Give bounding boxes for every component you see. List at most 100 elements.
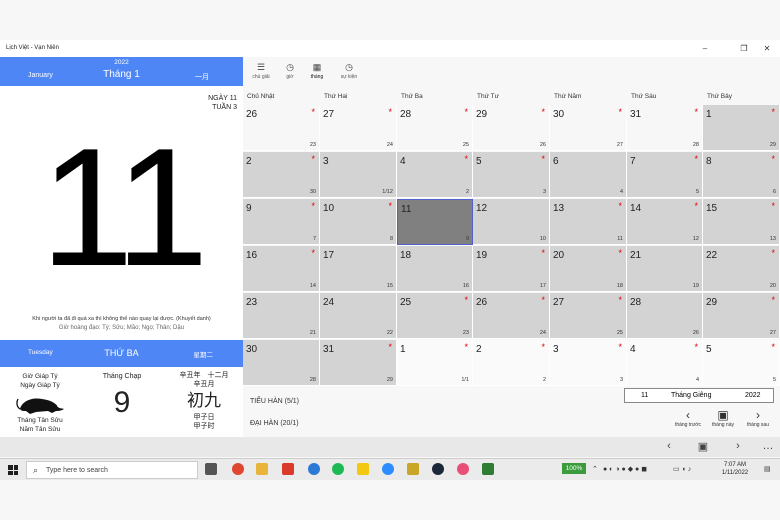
lunar-day-number: 5 <box>695 189 699 195</box>
clock-date: 1/11/2022 <box>721 470 749 476</box>
selected-day-cell[interactable]: 11 9 <box>397 199 473 245</box>
windows-start-icon[interactable] <box>8 465 18 475</box>
forward-chevron-icon[interactable]: › <box>730 440 746 452</box>
day-cell[interactable]: 23 21 <box>243 293 320 339</box>
day-cell[interactable]: 2 * 2 <box>473 340 550 386</box>
tray-app-icons[interactable]: ● ◐ ◑ ● ◆ ● ◼ <box>603 465 647 473</box>
maximize-button[interactable]: ❐ <box>737 43 751 54</box>
tray-system-icons[interactable]: ▭ ◖ ♪ <box>673 465 691 473</box>
day-cell[interactable]: 10 * 8 <box>320 199 397 245</box>
day-cell[interactable]: 12 10 <box>473 199 550 245</box>
lunar-date-month[interactable]: Tháng Giêng <box>671 392 711 399</box>
day-cell[interactable]: 29 * 27 <box>703 293 780 339</box>
events-button[interactable]: ◷ sự kiện <box>334 62 364 80</box>
day-cell[interactable]: 26 * 24 <box>473 293 550 339</box>
back-chevron-icon[interactable]: ‹ <box>661 440 677 452</box>
solar-day-number: 16 <box>246 250 258 261</box>
day-cell[interactable]: 16 * 14 <box>243 246 320 292</box>
event-star-icon: * <box>771 107 775 117</box>
steam-icon[interactable] <box>432 463 444 475</box>
month-view-button[interactable]: ▦ tháng <box>302 62 332 80</box>
chinese-hour: 甲子时 <box>193 423 215 430</box>
day-cell[interactable]: 30 * 27 <box>550 105 627 151</box>
day-cell[interactable]: 13 * 11 <box>550 199 627 245</box>
messenger-icon[interactable] <box>308 463 320 475</box>
task-view-icon[interactable] <box>205 463 217 475</box>
app-v-icon[interactable] <box>407 463 419 475</box>
lich-viet-app-icon[interactable] <box>482 463 494 475</box>
day-cell[interactable]: 28 26 <box>627 293 703 339</box>
day-cell[interactable]: 21 19 <box>627 246 703 292</box>
day-cell[interactable]: 5 * 5 <box>703 340 780 386</box>
chinese-lunar: 辛丑年 十二月 辛丑月 初九 甲子日 甲子时 <box>164 371 244 431</box>
day-cell[interactable]: 26 * 23 <box>243 105 320 151</box>
day-cell[interactable]: 28 * 25 <box>397 105 473 151</box>
day-detail-panel: 2022 Tháng 1 January 一月 NGÀY 11 TUẦN 3 1… <box>0 57 243 437</box>
weekday-header: Thứ Hai <box>324 93 348 100</box>
lunar-date-selector[interactable]: 11 Tháng Giêng 2022 <box>624 388 774 403</box>
wps-icon[interactable] <box>282 463 294 475</box>
day-cell[interactable]: 15 * 13 <box>703 199 780 245</box>
hour-view-button[interactable]: ◷ giờ <box>275 62 305 80</box>
day-cell[interactable]: 1 * 29 <box>703 105 780 151</box>
day-cell[interactable]: 22 * 20 <box>703 246 780 292</box>
this-month-button[interactable]: ▣ tháng này <box>703 409 743 429</box>
day-cell[interactable]: 31 * 28 <box>627 105 703 151</box>
day-cell[interactable]: 29 * 26 <box>473 105 550 151</box>
year-label: 2022 <box>114 59 129 66</box>
day-cell[interactable]: 3 1/12 <box>320 152 397 198</box>
paint-icon[interactable] <box>457 463 469 475</box>
lunar-day-number: 23 <box>309 142 316 148</box>
chinese-day: 甲子日 <box>193 414 215 421</box>
zoom-icon[interactable] <box>382 463 394 475</box>
tray-chevron-icon[interactable]: ⌃ <box>592 465 598 473</box>
lunar-day-number: 26 <box>539 142 546 148</box>
close-button[interactable]: ✕ <box>760 43 774 54</box>
solar-day-number: 28 <box>400 109 412 120</box>
day-cell[interactable]: 9 * 7 <box>243 199 320 245</box>
legend-button[interactable]: ☰ chú giải <box>246 62 276 80</box>
day-cell[interactable]: 4 * 4 <box>627 340 703 386</box>
next-month-button[interactable]: › tháng sau <box>738 409 778 429</box>
day-cell[interactable]: 18 16 <box>397 246 473 292</box>
file-explorer-icon[interactable] <box>256 463 268 475</box>
taskbar-clock[interactable]: 7:07 AM 1/11/2022 <box>712 461 758 477</box>
notification-icon[interactable]: ▤ <box>764 465 771 473</box>
lunar-day-number: 6 <box>772 189 776 195</box>
day-cell[interactable]: 4 * 2 <box>397 152 473 198</box>
more-icon[interactable]: … <box>760 440 776 452</box>
day-cell[interactable]: 1 * 1/1 <box>397 340 473 386</box>
lunar-date-year[interactable]: 2022 <box>745 392 761 399</box>
previous-month-button[interactable]: ‹ tháng trước <box>668 409 708 429</box>
day-cell[interactable]: 3 * 3 <box>550 340 627 386</box>
day-cell[interactable]: 25 * 23 <box>397 293 473 339</box>
day-cell[interactable]: 27 * 25 <box>550 293 627 339</box>
day-cell[interactable]: 17 15 <box>320 246 397 292</box>
lunar-date-day[interactable]: 11 <box>641 392 648 399</box>
day-cell[interactable]: 8 * 6 <box>703 152 780 198</box>
day-cell[interactable]: 31 * 29 <box>320 340 397 386</box>
day-cell[interactable]: 27 * 24 <box>320 105 397 151</box>
day-cell[interactable]: 30 28 <box>243 340 320 386</box>
day-cell[interactable]: 2 * 30 <box>243 152 320 198</box>
event-star-icon: * <box>464 154 468 164</box>
lunar-day-number: 21 <box>309 330 316 336</box>
lunar-day-number: 16 <box>462 283 469 289</box>
day-cell[interactable]: 5 * 3 <box>473 152 550 198</box>
today-icon[interactable]: ▣ <box>695 440 711 453</box>
chrome-icon[interactable] <box>232 463 244 475</box>
day-cell[interactable]: 7 * 5 <box>627 152 703 198</box>
good-hours: Giờ hoàng đạo: Tý; Sửu; Mão; Ngọ; Thân; … <box>58 325 185 331</box>
spotify-icon[interactable] <box>332 463 344 475</box>
taskbar-search[interactable]: ⌕ Type here to search <box>26 461 198 479</box>
day-cell[interactable]: 14 * 12 <box>627 199 703 245</box>
day-cell[interactable]: 24 22 <box>320 293 397 339</box>
lunar-day-number: 13 <box>769 236 776 242</box>
minimize-button[interactable]: – <box>698 43 712 54</box>
day-cell[interactable]: 19 * 17 <box>473 246 550 292</box>
history-icon: ◷ <box>345 62 353 72</box>
battery-indicator[interactable]: 100% <box>562 463 586 474</box>
sticky-notes-icon[interactable] <box>357 463 369 475</box>
day-cell[interactable]: 64 <box>550 152 627 198</box>
day-cell[interactable]: 20 * 18 <box>550 246 627 292</box>
